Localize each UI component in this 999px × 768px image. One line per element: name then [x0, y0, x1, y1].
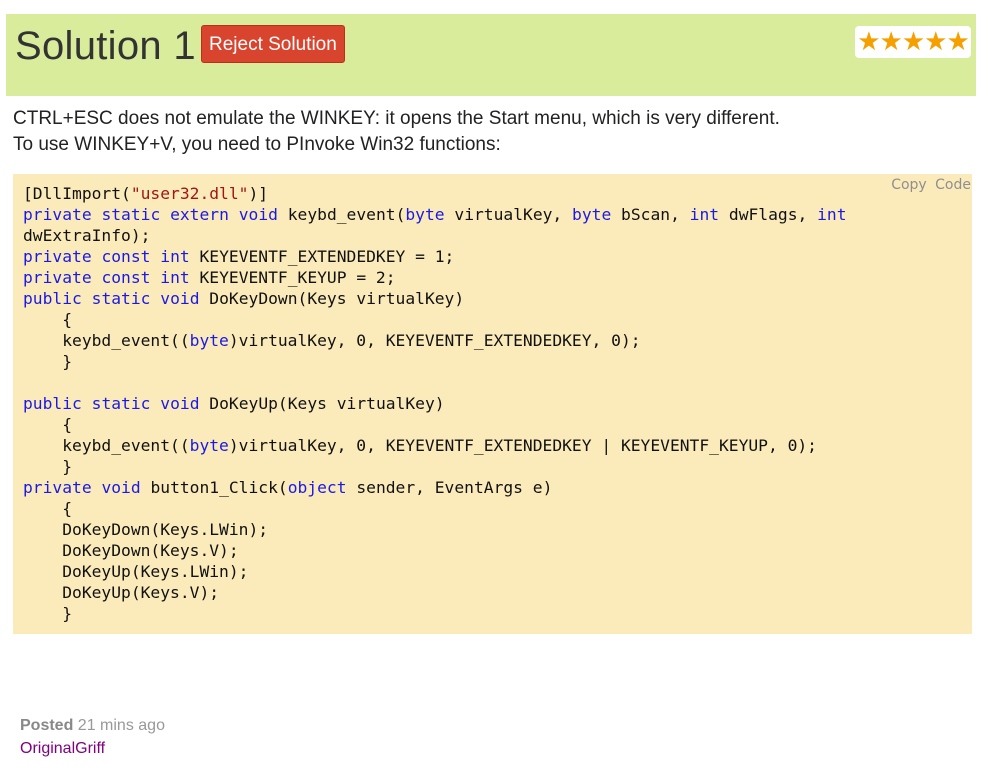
- solution-title: Solution 1: [15, 24, 196, 68]
- code-line: }: [23, 604, 73, 623]
- code-line: private static extern void keybd_event(b…: [23, 205, 847, 224]
- code-line: keybd_event((byte)virtualKey, 0, KEYEVEN…: [23, 436, 817, 455]
- code-block: Copy Code [DllImport("user32.dll")] priv…: [13, 174, 972, 634]
- answer-line-2: To use WINKEY+V, you need to PInvoke Win…: [13, 134, 501, 155]
- code-line: public static void DoKeyDown(Keys virtua…: [23, 289, 465, 308]
- author-link[interactable]: OriginalGriff: [20, 737, 165, 760]
- code-line: {: [23, 415, 73, 434]
- code-line: DoKeyUp(Keys.LWin);: [23, 562, 249, 581]
- code-line: }: [23, 352, 73, 371]
- code-line: keybd_event((byte)virtualKey, 0, KEYEVEN…: [23, 331, 641, 350]
- code-line: public static void DoKeyUp(Keys virtualK…: [23, 394, 445, 413]
- copy-code-link[interactable]: Copy Code: [891, 177, 971, 193]
- code-line: private void button1_Click(object sender…: [23, 478, 553, 497]
- code-line: {: [23, 499, 73, 518]
- code-line: }: [23, 457, 73, 476]
- code-line: dwExtraInfo);: [23, 226, 151, 245]
- code-line: DoKeyUp(Keys.V);: [23, 583, 220, 602]
- answer-text: CTRL+ESC does not emulate the WINKEY: it…: [13, 106, 913, 158]
- answer-line-1: CTRL+ESC does not emulate the WINKEY: it…: [13, 108, 780, 129]
- code-line: private const int KEYEVENTF_KEYUP = 2;: [23, 268, 396, 287]
- code-content: [DllImport("user32.dll")] private static…: [23, 183, 847, 624]
- star-rating-icon[interactable]: ★★★★★: [857, 27, 970, 57]
- posted-label: Posted: [20, 717, 74, 734]
- code-line: [DllImport("user32.dll")]: [23, 184, 269, 203]
- code-line: {: [23, 310, 73, 329]
- code-line: private const int KEYEVENTF_EXTENDEDKEY …: [23, 247, 455, 266]
- solution-header: Solution 1 Reject Solution ★★★★★: [6, 14, 976, 96]
- posted-time: 21 mins ago: [77, 717, 165, 734]
- post-meta: Posted 21 mins ago OriginalGriff: [20, 714, 165, 760]
- code-line: DoKeyDown(Keys.V);: [23, 541, 239, 560]
- reject-solution-button[interactable]: Reject Solution: [201, 25, 345, 63]
- code-line: DoKeyDown(Keys.LWin);: [23, 520, 269, 539]
- rating-widget[interactable]: ★★★★★: [855, 26, 971, 58]
